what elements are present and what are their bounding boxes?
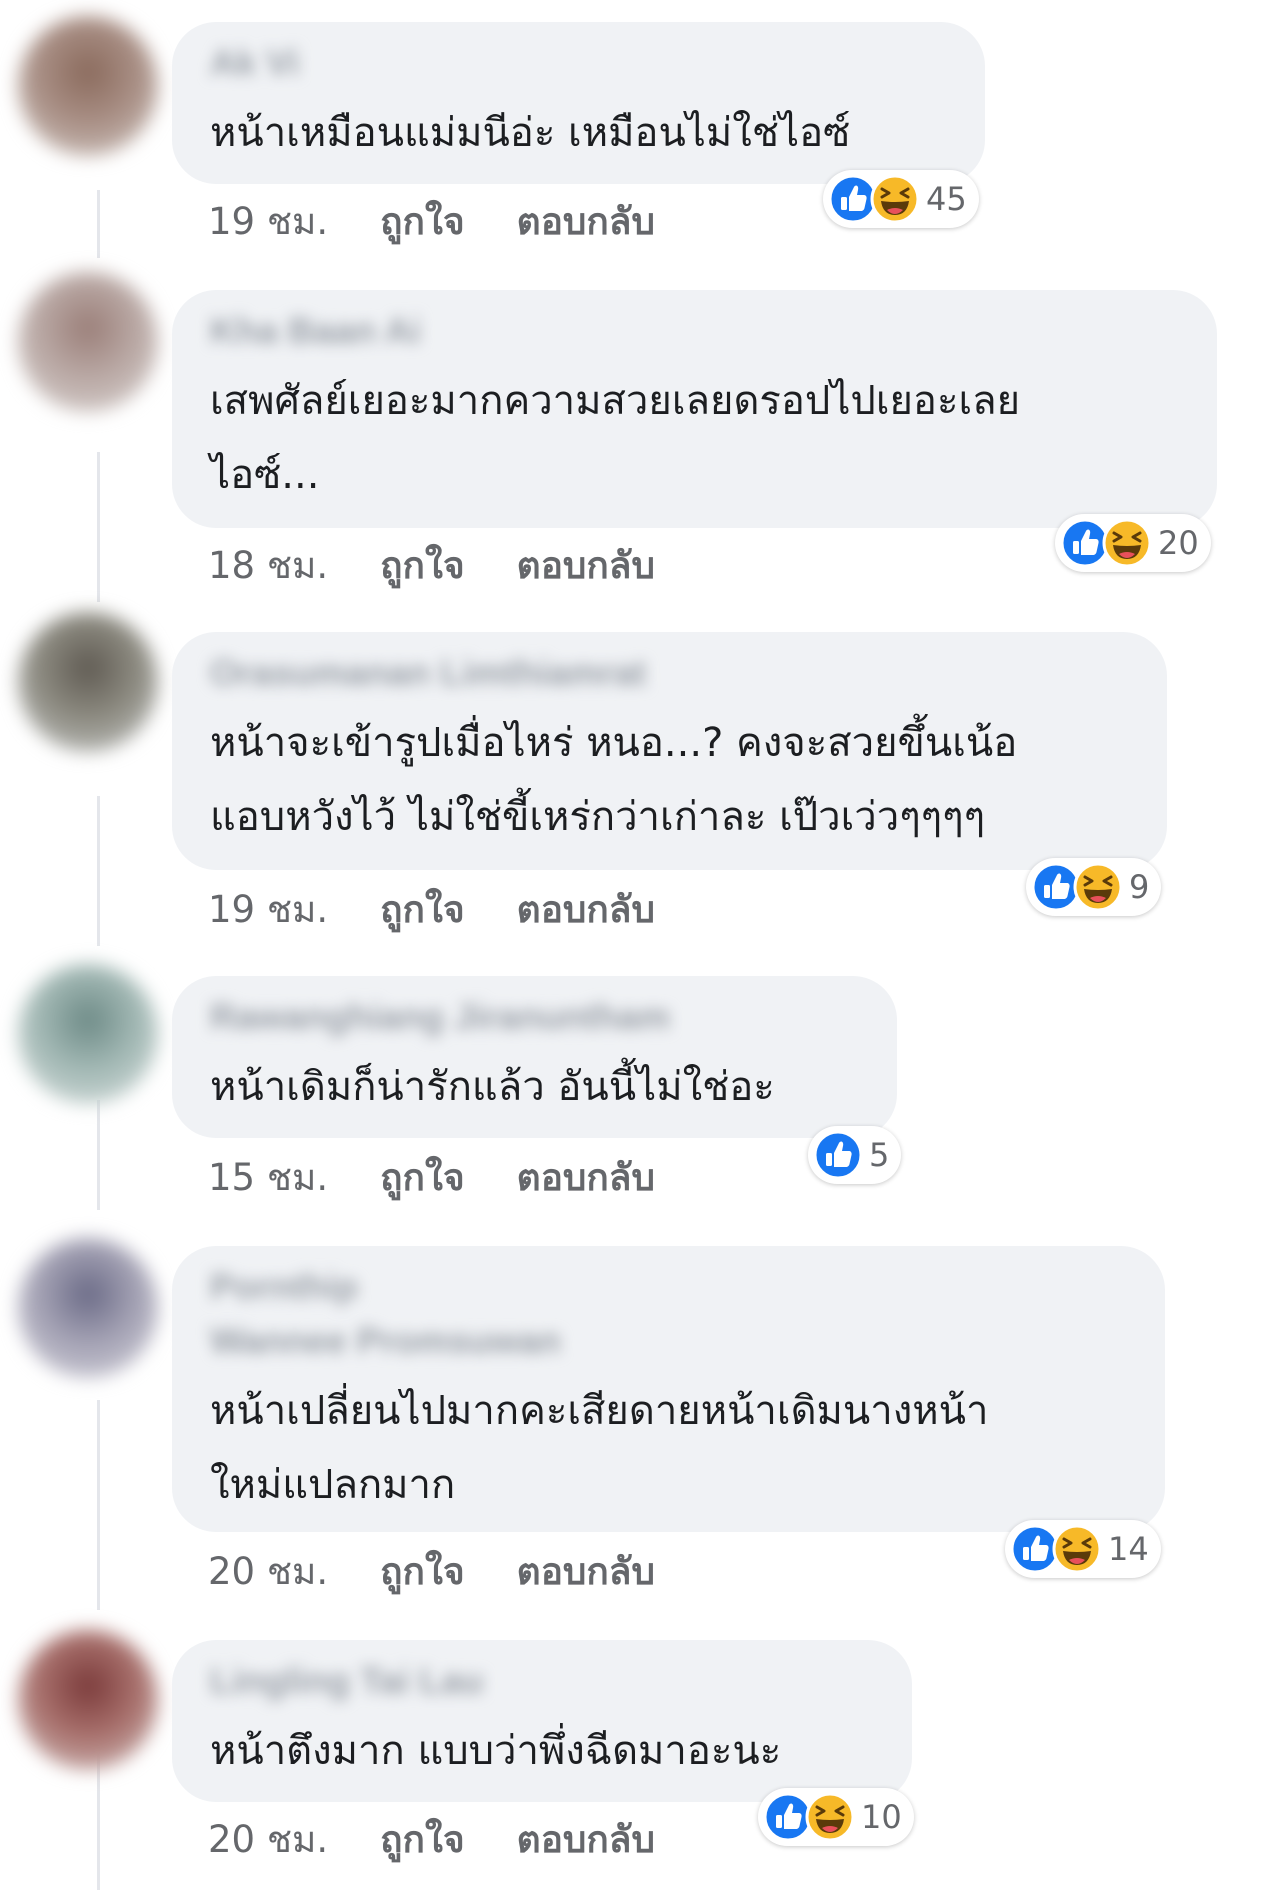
like-button[interactable]: ถูกใจ [380, 192, 465, 251]
reaction-count: 20 [1158, 524, 1199, 562]
haha-icon [1102, 518, 1152, 568]
like-button[interactable]: ถูกใจ [380, 1810, 465, 1869]
comment-author[interactable]: Kha Baan Ai [210, 310, 1179, 354]
comment-text-line: หน้าเดิมก็น่ารักแล้ว อันนี้ไม่ใช่อะ [210, 1064, 775, 1110]
avatar[interactable] [18, 964, 158, 1104]
reaction-summary[interactable]: 14 [1005, 1520, 1161, 1578]
reply-button[interactable]: ตอบกลับ [517, 1148, 655, 1207]
comment-bubble: Pornthip Wannee Promsuwan หน้าเปลี่ยนไปม… [172, 1246, 1165, 1532]
comment-meta: 20 ชม. ถูกใจ ตอบกลับ [208, 1542, 707, 1601]
avatar[interactable] [18, 612, 158, 752]
comment-text-line: เสพศัลย์เยอะมากความสวยเลยดรอปไปเยอะเลย [210, 378, 1021, 424]
reaction-count: 45 [926, 180, 967, 218]
comment-text: หน้าเหมือนแม่มนีอ่ะ เหมือนไม่ใช่ไอซ์ [210, 96, 947, 170]
like-button[interactable]: ถูกใจ [380, 880, 465, 939]
reply-button[interactable]: ตอบกลับ [517, 1542, 655, 1601]
like-button[interactable]: ถูกใจ [380, 1148, 465, 1207]
comment-text: หน้าตึงมาก แบบว่าพึ่งฉีดมาอะนะ [210, 1714, 874, 1788]
comment-author[interactable]: Lingling Tai Lau [210, 1660, 874, 1704]
comment-meta: 19 ชม. ถูกใจ ตอบกลับ [208, 880, 707, 939]
comment-meta: 18 ชม. ถูกใจ ตอบกลับ [208, 536, 707, 595]
comment-time[interactable]: 19 ชม. [208, 880, 328, 939]
comment-text: หน้าเดิมก็น่ารักแล้ว อันนี้ไม่ใช่อะ [210, 1050, 859, 1124]
thread-line [97, 1400, 100, 1610]
avatar[interactable] [18, 1630, 158, 1770]
like-button[interactable]: ถูกใจ [380, 536, 465, 595]
reaction-count: 9 [1129, 868, 1150, 906]
comment-text: เสพศัลย์เยอะมากความสวยเลยดรอปไปเยอะเลย ไ… [210, 364, 1179, 512]
comment-meta: 20 ชม. ถูกใจ ตอบกลับ [208, 1810, 707, 1869]
comment-meta: 15 ชม. ถูกใจ ตอบกลับ [208, 1148, 707, 1207]
comment-text-line: ใหม่แปลกมาก [210, 1462, 456, 1508]
comment-author[interactable]: Rawanghiang Jiranuntham [210, 996, 859, 1040]
avatar[interactable] [18, 1238, 158, 1378]
comment-author[interactable]: Orasumanan Limthiamrat [210, 652, 1129, 696]
thread-line [97, 452, 100, 602]
comment-text-line: หน้าเปลี่ยนไปมากคะเสียดายหน้าเดิมนางหน้า [210, 1388, 989, 1434]
reply-button[interactable]: ตอบกลับ [517, 1810, 655, 1869]
reaction-summary[interactable]: 20 [1055, 514, 1211, 572]
haha-icon [1073, 862, 1123, 912]
haha-icon [1052, 1524, 1102, 1574]
reaction-summary[interactable]: 10 [758, 1788, 914, 1846]
reaction-summary[interactable]: 9 [1026, 858, 1162, 916]
comment-text: หน้าเปลี่ยนไปมากคะเสียดายหน้าเดิมนางหน้า… [210, 1374, 1127, 1522]
like-button[interactable]: ถูกใจ [380, 1542, 465, 1601]
comment-text-line: ไอซ์... [210, 452, 320, 498]
avatar[interactable] [18, 272, 158, 412]
comment-time[interactable]: 15 ชม. [208, 1148, 328, 1207]
reply-button[interactable]: ตอบกลับ [517, 880, 655, 939]
comment-bubble: Kha Baan Ai เสพศัลย์เยอะมากความสวยเลยดรอ… [172, 290, 1217, 528]
comment-author-sub[interactable]: Wannee Promsuwan [210, 1320, 1127, 1364]
comment-bubble: Rawanghiang Jiranuntham หน้าเดิมก็น่ารัก… [172, 976, 897, 1138]
comment-bubble: Ak Vi หน้าเหมือนแม่มนีอ่ะ เหมือนไม่ใช่ไอ… [172, 22, 985, 184]
comment-author[interactable]: Ak Vi [210, 42, 947, 86]
comment-time[interactable]: 19 ชม. [208, 192, 328, 251]
reaction-count: 5 [869, 1136, 890, 1174]
comment-bubble: Orasumanan Limthiamrat หน้าจะเข้ารูปเมื่… [172, 632, 1167, 870]
comment-thread: Ak Vi หน้าเหมือนแม่มนีอ่ะ เหมือนไม่ใช่ไอ… [0, 0, 1280, 1899]
like-icon [813, 1130, 863, 1180]
haha-icon [805, 1792, 855, 1842]
haha-icon [870, 174, 920, 224]
thread-line [97, 190, 100, 258]
reply-button[interactable]: ตอบกลับ [517, 536, 655, 595]
comment-time[interactable]: 20 ชม. [208, 1542, 328, 1601]
comment-time[interactable]: 20 ชม. [208, 1810, 328, 1869]
comment-author[interactable]: Pornthip [210, 1266, 1127, 1310]
comment-text-line: หน้าเหมือนแม่มนีอ่ะ เหมือนไม่ใช่ไอซ์ [210, 110, 851, 156]
comment-text-line: หน้าตึงมาก แบบว่าพึ่งฉีดมาอะนะ [210, 1728, 782, 1774]
comment-meta: 19 ชม. ถูกใจ ตอบกลับ [208, 192, 707, 251]
reaction-count: 14 [1108, 1530, 1149, 1568]
comment-time[interactable]: 18 ชม. [208, 536, 328, 595]
thread-line [97, 796, 100, 946]
reaction-summary[interactable]: 45 [823, 170, 979, 228]
thread-line [97, 1100, 100, 1210]
reaction-count: 10 [861, 1798, 902, 1836]
reply-button[interactable]: ตอบกลับ [517, 192, 655, 251]
avatar[interactable] [18, 16, 158, 156]
comment-text-line: แอบหวังไว้ ไม่ใช่ขี้เหร่กว่าเก่าละ เป๊วเ… [210, 794, 986, 840]
reaction-summary[interactable]: 5 [808, 1126, 902, 1184]
comment-text: หน้าจะเข้ารูปเมื่อไหร่ หนอ...? คงจะสวยขึ… [210, 706, 1129, 854]
comment-bubble: Lingling Tai Lau หน้าตึงมาก แบบว่าพึ่งฉี… [172, 1640, 912, 1802]
comment-text-line: หน้าจะเข้ารูปเมื่อไหร่ หนอ...? คงจะสวยขึ… [210, 720, 1018, 766]
